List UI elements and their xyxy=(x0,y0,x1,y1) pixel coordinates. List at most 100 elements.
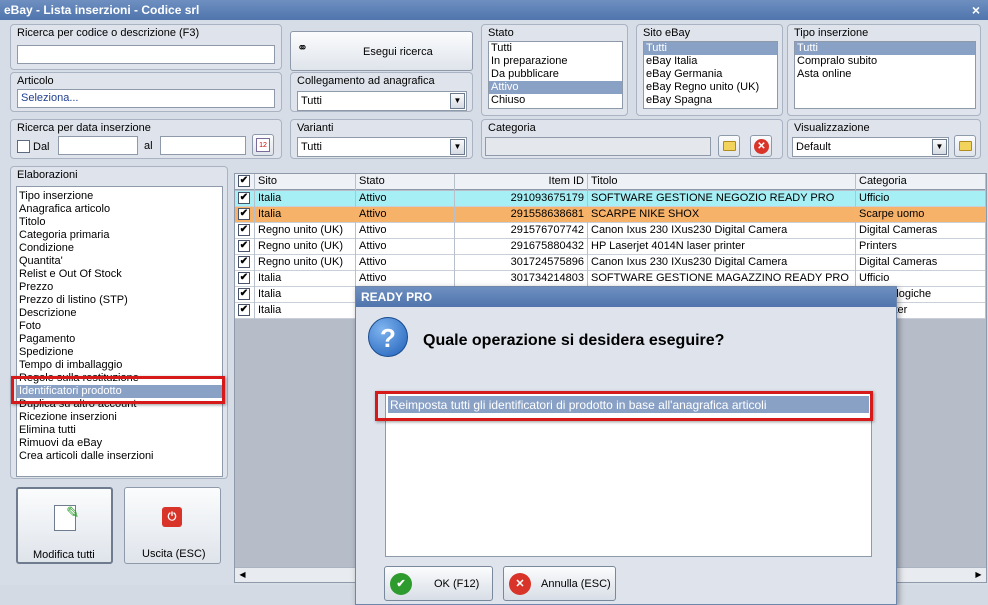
table-row[interactable]: ✔ Italia Attivo 301734214803 SOFTWARE GESTIO… xyxy=(235,271,986,287)
categoria-browse-button[interactable] xyxy=(718,135,740,157)
search-input[interactable] xyxy=(17,45,275,64)
elaborazioni-item[interactable]: Prezzo xyxy=(17,281,222,294)
row-checkbox-cell[interactable]: ✔ xyxy=(235,287,255,303)
row-checkbox-cell[interactable]: ✔ xyxy=(235,303,255,319)
column-header-categoria[interactable]: Categoria xyxy=(856,174,986,190)
elaborazioni-item[interactable]: Ricezione inserzioni xyxy=(17,411,222,424)
row-checkbox-cell[interactable]: ✔ xyxy=(235,223,255,239)
annulla-button[interactable]: ✕ Annulla (ESC) xyxy=(503,566,616,601)
elaborazioni-item[interactable]: Quantita' xyxy=(17,255,222,268)
chevron-down-icon[interactable]: ▼ xyxy=(932,139,947,155)
check-icon[interactable]: ✔ xyxy=(238,272,250,284)
varianti-select[interactable]: Tutti ▼ xyxy=(297,137,467,157)
power-icon: ⏻ xyxy=(162,507,182,527)
row-checkbox-cell[interactable]: ✔ xyxy=(235,255,255,271)
elaborazioni-item[interactable]: Descrizione xyxy=(17,307,222,320)
elaborazioni-item[interactable]: Regole sulla restituzione xyxy=(17,372,222,385)
sito-list[interactable]: Tutti eBay Italia eBay Germania eBay Reg… xyxy=(643,41,778,109)
row-checkbox-cell[interactable]: ✔ xyxy=(235,207,255,223)
elaborazioni-item-selected[interactable]: Identificatori prodotto xyxy=(17,385,222,398)
elaborazioni-item[interactable]: Tipo inserzione xyxy=(17,190,222,203)
check-icon[interactable]: ✔ xyxy=(238,192,250,204)
table-row[interactable]: ✔ Regno unito (UK) Attivo 291576707742 Canon… xyxy=(235,223,986,239)
sito-item[interactable]: eBay Italia xyxy=(644,55,777,68)
cell-stato: Attivo xyxy=(356,207,455,223)
table-row[interactable]: ✔ Italia Attivo 291558638681 SCARPE NIKE SHO… xyxy=(235,207,986,223)
uscita-button[interactable]: ⏻ Uscita (ESC) xyxy=(124,487,221,564)
tipo-item[interactable]: Asta online xyxy=(795,68,975,81)
elaborazioni-item[interactable]: Tempo di imballaggio xyxy=(17,359,222,372)
sito-item[interactable]: eBay Spagna xyxy=(644,94,777,107)
elaborazioni-item[interactable]: Spedizione xyxy=(17,346,222,359)
collegamento-select[interactable]: Tutti ▼ xyxy=(297,91,467,111)
column-header-titolo[interactable]: Titolo xyxy=(588,174,856,190)
categoria-field[interactable] xyxy=(485,137,711,156)
elaborazioni-item[interactable]: Condizione xyxy=(17,242,222,255)
elaborazioni-item[interactable]: Duplica su altro account xyxy=(17,398,222,411)
check-icon[interactable]: ✔ xyxy=(238,224,250,236)
check-icon[interactable]: ✔ xyxy=(238,256,250,268)
dialog-option-selected[interactable]: Reimposta tutti gli identificatori di pr… xyxy=(388,396,869,413)
stato-item[interactable]: Tutti xyxy=(489,42,622,55)
elaborazioni-item[interactable]: Elimina tutti xyxy=(17,424,222,437)
ok-button[interactable]: ✔ OK (F12) xyxy=(384,566,493,601)
sito-item-selected[interactable]: Tutti xyxy=(644,42,777,55)
scroll-right-icon[interactable]: ▶ xyxy=(972,569,985,581)
elaborazioni-item[interactable]: Foto xyxy=(17,320,222,333)
dal-date-field[interactable] xyxy=(58,136,138,155)
tipo-list[interactable]: Tutti Compralo subito Asta online xyxy=(794,41,976,109)
column-header-sito[interactable]: Sito xyxy=(255,174,356,190)
calendar-button[interactable]: 12 xyxy=(252,134,274,156)
elaborazioni-item[interactable]: Crea articoli dalle inserzioni xyxy=(17,450,222,463)
chevron-down-icon[interactable]: ▼ xyxy=(450,139,465,155)
visualizzazione-select[interactable]: Default ▼ xyxy=(792,137,949,157)
stato-group: Stato Tutti In preparazione Da pubblicar… xyxy=(481,24,628,116)
stato-item-selected[interactable]: Attivo xyxy=(489,81,622,94)
al-date-field[interactable] xyxy=(160,136,246,155)
dal-checkbox[interactable] xyxy=(17,140,30,153)
search-button[interactable]: ⚭ Esegui ricerca xyxy=(290,31,473,71)
row-checkbox-cell[interactable]: ✔ xyxy=(235,191,255,207)
table-row[interactable]: ✔ Regno unito (UK) Attivo 291675880432 HP La… xyxy=(235,239,986,255)
column-header-item-id[interactable]: Item ID xyxy=(455,174,588,190)
modifica-tutti-button[interactable]: ✎ Modifica tutti xyxy=(16,487,113,564)
table-row[interactable]: ✔ Italia Attivo 291093675179 SOFTWARE GESTIO… xyxy=(235,191,986,207)
tipo-item-selected[interactable]: Tutti xyxy=(795,42,975,55)
cell-sito: Regno unito (UK) xyxy=(255,255,356,271)
elaborazioni-item[interactable]: Titolo xyxy=(17,216,222,229)
sito-item[interactable]: eBay Regno unito (UK) xyxy=(644,81,777,94)
elaborazioni-label: Elaborazioni xyxy=(17,169,78,181)
row-checkbox-cell[interactable]: ✔ xyxy=(235,239,255,255)
modifica-label: Modifica tutti xyxy=(33,549,95,561)
elaborazioni-item[interactable]: Categoria primaria xyxy=(17,229,222,242)
scroll-left-icon[interactable]: ◀ xyxy=(236,569,249,581)
stato-item[interactable]: Chiuso xyxy=(489,94,622,107)
table-row[interactable]: ✔ Regno unito (UK) Attivo 301724575896 Canon… xyxy=(235,255,986,271)
close-icon[interactable]: × xyxy=(972,2,980,18)
elaborazioni-item[interactable]: Prezzo di listino (STP) xyxy=(17,294,222,307)
check-icon[interactable]: ✔ xyxy=(238,288,250,300)
check-icon[interactable]: ✔ xyxy=(238,304,250,316)
select-all-header[interactable]: ✔ xyxy=(235,174,255,190)
check-icon[interactable]: ✔ xyxy=(238,175,250,187)
dialog-option-list[interactable]: Reimposta tutti gli identificatori di pr… xyxy=(385,392,872,557)
elaborazioni-item[interactable]: Anagrafica articolo xyxy=(17,203,222,216)
elaborazioni-item[interactable]: Pagamento xyxy=(17,333,222,346)
elaborazioni-item[interactable]: Rimuovi da eBay xyxy=(17,437,222,450)
articolo-field[interactable]: Seleziona... xyxy=(17,89,275,108)
column-header-stato[interactable]: Stato xyxy=(356,174,455,190)
elaborazioni-list[interactable]: Tipo inserzione Anagrafica articolo Tito… xyxy=(16,186,223,477)
chevron-down-icon[interactable]: ▼ xyxy=(450,93,465,109)
row-checkbox-cell[interactable]: ✔ xyxy=(235,271,255,287)
elaborazioni-item[interactable]: Relist e Out Of Stock xyxy=(17,268,222,281)
sito-item[interactable]: eBay Germania xyxy=(644,68,777,81)
stato-item[interactable]: Da pubblicare xyxy=(489,68,622,81)
stato-item[interactable]: In preparazione xyxy=(489,55,622,68)
stato-list[interactable]: Tutti In preparazione Da pubblicare Atti… xyxy=(488,41,623,109)
check-icon[interactable]: ✔ xyxy=(238,208,250,220)
tipo-item[interactable]: Compralo subito xyxy=(795,55,975,68)
articolo-label: Articolo xyxy=(17,75,54,87)
visualizzazione-folder-button[interactable] xyxy=(954,135,976,157)
categoria-clear-button[interactable]: ✕ xyxy=(750,135,772,157)
check-icon[interactable]: ✔ xyxy=(238,240,250,252)
